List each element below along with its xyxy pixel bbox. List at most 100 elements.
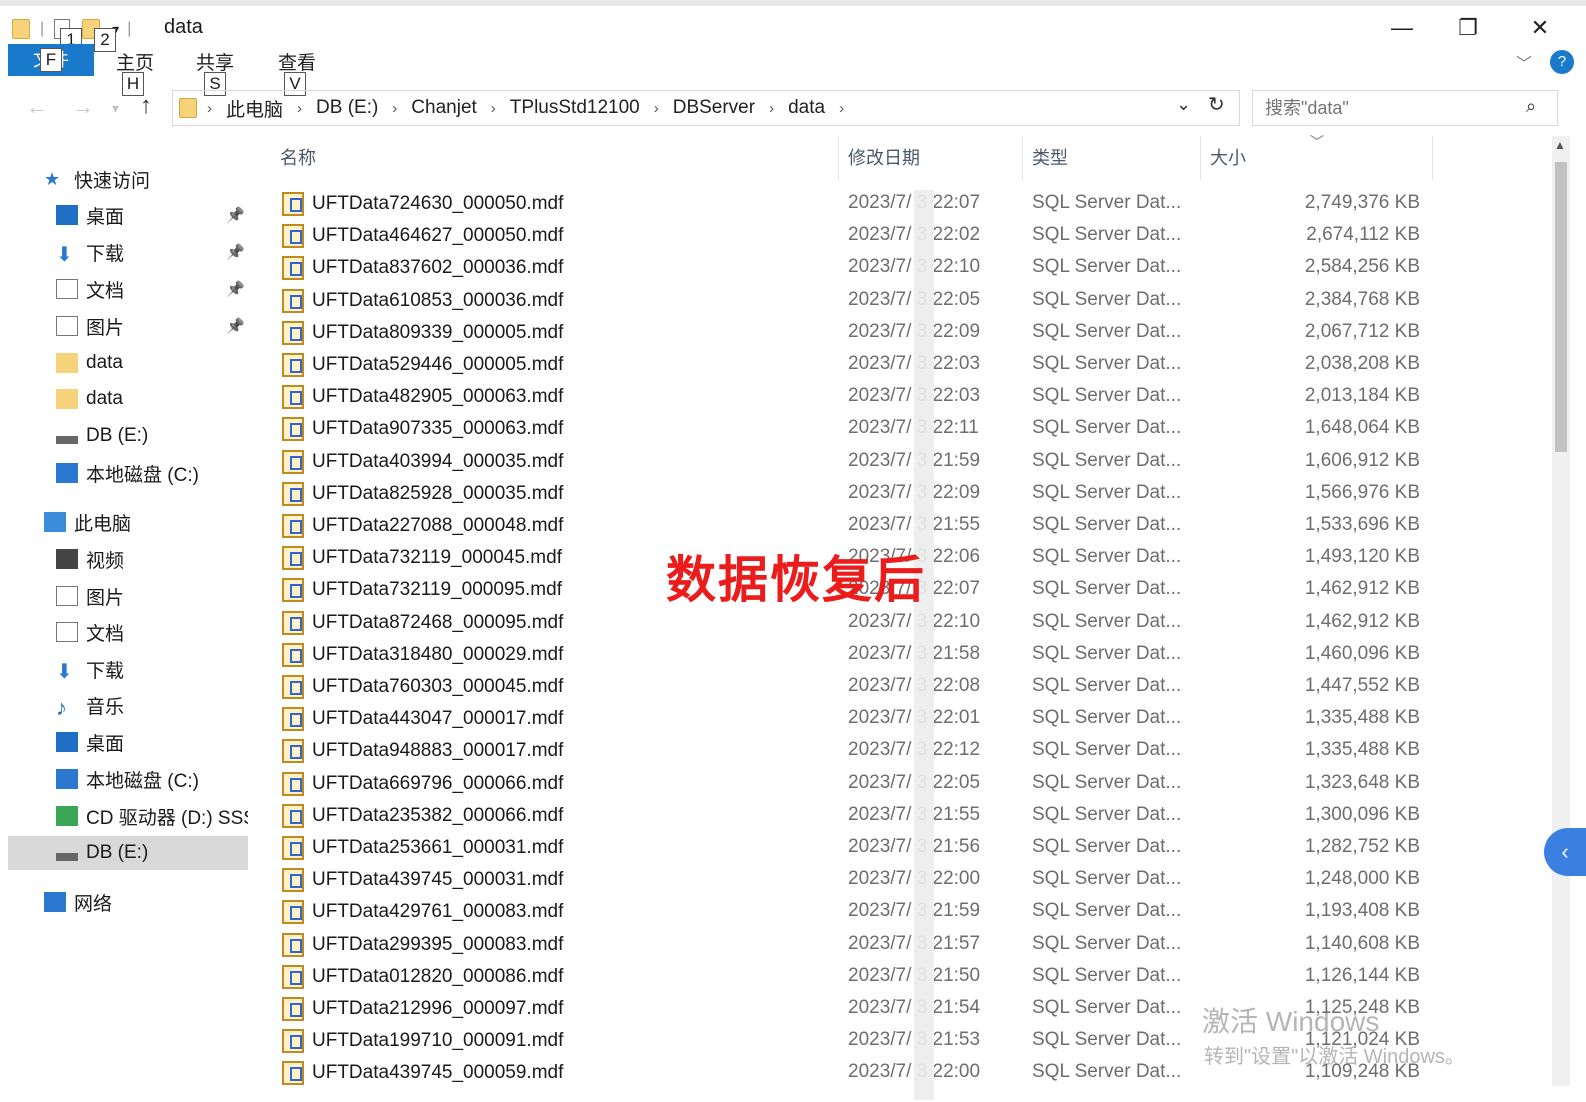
column-divider[interactable]	[1200, 136, 1201, 180]
file-row[interactable]: UFTData439745_000031.mdf2023/7/ 3 22:00S…	[270, 864, 1550, 896]
forward-icon[interactable]: →	[72, 94, 94, 120]
sidebar-item[interactable]: ★ 快速访问	[8, 162, 248, 196]
file-row[interactable]: UFTData948883_000017.mdf2023/7/ 3 22:12S…	[270, 735, 1550, 767]
breadcrumb-data[interactable]: data	[788, 97, 825, 119]
sidebar-item[interactable]: CD 驱动器 (D:) SSS	[8, 799, 248, 833]
column-header-type[interactable]: 类型	[1032, 144, 1068, 170]
file-row[interactable]: UFTData482905_000063.mdf2023/7/ 3 22:03S…	[270, 381, 1550, 413]
system-drive-icon	[56, 769, 78, 789]
column-header-size[interactable]: 大小	[1210, 144, 1246, 170]
sidebar-item[interactable]: data	[8, 382, 248, 416]
file-row[interactable]: UFTData318480_000029.mdf2023/7/ 3 21:58S…	[270, 639, 1550, 671]
sidebar-item[interactable]: 此电脑	[8, 505, 248, 539]
breadcrumb-separator[interactable]: ›	[654, 100, 659, 117]
minimize-button[interactable]: —	[1382, 14, 1422, 44]
column-header-name[interactable]: 名称	[280, 144, 316, 170]
pin-icon[interactable]: 📌	[226, 243, 245, 261]
breadcrumb-separator[interactable]: ›	[769, 100, 774, 117]
recent-locations-icon[interactable]: ▾	[112, 100, 119, 117]
column-divider[interactable]	[838, 136, 839, 180]
refresh-icon[interactable]: ↻	[1208, 92, 1225, 117]
file-row[interactable]: UFTData227088_000048.mdf2023/7/ 3 21:55S…	[270, 510, 1550, 542]
pin-icon[interactable]: 📌	[226, 206, 245, 224]
column-divider[interactable]	[1022, 136, 1023, 180]
sidebar-item[interactable]: 本地磁盘 (C:)	[8, 762, 248, 796]
redaction-strip	[914, 190, 934, 1100]
sidebar-item[interactable]: DB (E:)	[8, 419, 248, 453]
file-row[interactable]: UFTData724630_000050.mdf2023/7/ 3 22:07S…	[270, 188, 1550, 220]
file-row[interactable]: UFTData403994_000035.mdf2023/7/ 3 21:59S…	[270, 446, 1550, 478]
file-row[interactable]: UFTData235382_000066.mdf2023/7/ 3 21:55S…	[270, 800, 1550, 832]
folder-icon	[12, 19, 30, 39]
tab-share[interactable]: 共享	[196, 48, 234, 75]
breadcrumb-separator[interactable]: ›	[207, 100, 212, 117]
window-title: data	[164, 16, 203, 38]
file-name-cell: UFTData227088_000048.mdf	[282, 514, 563, 538]
file-row[interactable]: UFTData443047_000017.mdf2023/7/ 3 22:01S…	[270, 703, 1550, 735]
sidebar-item[interactable]: 视频	[8, 542, 248, 576]
search-input[interactable]	[1252, 90, 1558, 126]
breadcrumb-this-pc[interactable]: 此电脑	[226, 95, 283, 122]
sidebar-item[interactable]: 网络	[8, 885, 248, 919]
sidebar-item[interactable]: 本地磁盘 (C:)	[8, 456, 248, 490]
search-icon[interactable]: ⌕	[1526, 96, 1536, 117]
sidebar-item[interactable]: 图片 📌	[8, 309, 248, 343]
collapse-panel-icon[interactable]: ‹	[1544, 828, 1586, 876]
file-row[interactable]: UFTData907335_000063.mdf2023/7/ 3 22:11S…	[270, 413, 1550, 445]
vertical-scrollbar[interactable]: ▲	[1552, 136, 1570, 1086]
breadcrumb-separator[interactable]: ›	[839, 100, 844, 117]
breadcrumb-separator[interactable]: ›	[491, 100, 496, 117]
file-row[interactable]: UFTData299395_000083.mdf2023/7/ 3 21:57S…	[270, 929, 1550, 961]
address-bar[interactable]: › 此电脑 › DB (E:) › Chanjet › TPlusStd1210…	[172, 90, 1240, 126]
restore-button[interactable]: ❐	[1448, 14, 1488, 44]
sidebar-item-label: 快速访问	[74, 170, 151, 192]
file-row[interactable]: UFTData760303_000045.mdf2023/7/ 3 22:08S…	[270, 671, 1550, 703]
file-row[interactable]: UFTData825928_000035.mdf2023/7/ 3 22:09S…	[270, 478, 1550, 510]
column-header-date[interactable]: 修改日期	[848, 144, 920, 170]
close-button[interactable]: ✕	[1520, 14, 1560, 44]
pin-icon[interactable]: 📌	[226, 280, 245, 298]
file-row[interactable]: UFTData837602_000036.mdf2023/7/ 3 22:10S…	[270, 252, 1550, 284]
database-file-icon	[282, 803, 304, 828]
file-row[interactable]: UFTData809339_000005.mdf2023/7/ 3 22:09S…	[270, 317, 1550, 349]
tab-view[interactable]: 查看	[278, 48, 316, 75]
column-divider[interactable]	[1432, 136, 1433, 180]
sidebar-item[interactable]: 桌面 📌	[8, 198, 248, 232]
address-dropdown-icon[interactable]: ⌄	[1176, 94, 1191, 115]
breadcrumb-chanjet[interactable]: Chanjet	[411, 97, 477, 119]
scroll-up-icon[interactable]: ▲	[1554, 138, 1566, 152]
sidebar-item[interactable]: 桌面	[8, 725, 248, 759]
expand-ribbon-icon[interactable]: ﹀	[1516, 50, 1532, 74]
up-icon[interactable]: ↑	[140, 92, 152, 120]
file-row[interactable]: UFTData610853_000036.mdf2023/7/ 3 22:05S…	[270, 285, 1550, 317]
pin-icon[interactable]: 📌	[226, 317, 245, 335]
sidebar-item[interactable]: DB (E:)	[8, 836, 248, 870]
sidebar-item[interactable]: ♪ 音乐	[8, 688, 248, 722]
sidebar-item[interactable]: 文档	[8, 615, 248, 649]
sidebar-item[interactable]: ⬇ 下载	[8, 652, 248, 686]
breadcrumb-separator[interactable]: ›	[297, 100, 302, 117]
file-row[interactable]: UFTData464627_000050.mdf2023/7/ 3 22:02S…	[270, 220, 1550, 252]
breadcrumb-dbserver[interactable]: DBServer	[673, 97, 755, 119]
breadcrumb-db-e[interactable]: DB (E:)	[316, 97, 378, 119]
file-row[interactable]: UFTData429761_000083.mdf2023/7/ 3 21:59S…	[270, 896, 1550, 928]
sidebar-item[interactable]: ⬇ 下载 📌	[8, 235, 248, 269]
picture-icon	[56, 586, 78, 606]
sidebar-item[interactable]: 文档 📌	[8, 272, 248, 306]
help-icon[interactable]: ?	[1550, 50, 1574, 74]
file-size: 1,335,488 KB	[1304, 707, 1420, 729]
file-row[interactable]: UFTData012820_000086.mdf2023/7/ 3 21:50S…	[270, 961, 1550, 993]
tab-home[interactable]: 主页	[116, 48, 154, 75]
file-size: 1,282,752 KB	[1304, 836, 1420, 857]
file-type: SQL Server Dat...	[1032, 320, 1182, 342]
sidebar-item-label: 下载	[86, 660, 125, 682]
sidebar-item[interactable]: 图片	[8, 579, 248, 613]
sidebar-item[interactable]: data	[8, 346, 248, 380]
file-row[interactable]: UFTData529446_000005.mdf2023/7/ 3 22:03S…	[270, 349, 1550, 381]
scrollbar-thumb[interactable]	[1555, 162, 1567, 452]
back-icon[interactable]: ←	[26, 94, 48, 120]
file-row[interactable]: UFTData253661_000031.mdf2023/7/ 3 21:56S…	[270, 832, 1550, 864]
breadcrumb-separator[interactable]: ›	[392, 100, 397, 117]
breadcrumb-tplusstd[interactable]: TPlusStd12100	[510, 97, 640, 119]
file-row[interactable]: UFTData669796_000066.mdf2023/7/ 3 22:05S…	[270, 768, 1550, 800]
